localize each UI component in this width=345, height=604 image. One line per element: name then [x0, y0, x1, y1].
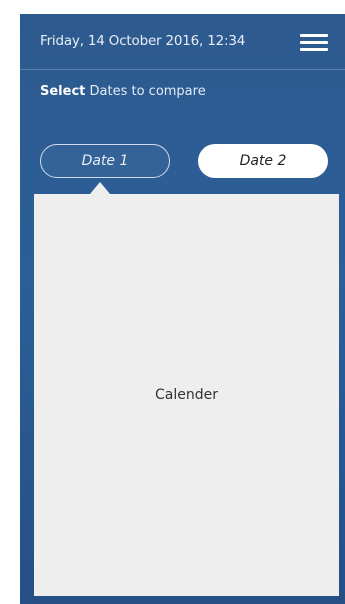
datetime-label: Friday, 14 October 2016, 12:34 — [40, 33, 246, 49]
calendar-placeholder-label: Calender — [155, 387, 218, 403]
menu-line — [300, 34, 328, 37]
app-screen: Friday, 14 October 2016, 12:34 Select Da… — [20, 14, 345, 604]
top-bar: Friday, 14 October 2016, 12:34 — [20, 14, 345, 70]
instruction-text: Select Dates to compare — [40, 84, 206, 99]
tab-date-1[interactable]: Date 1 — [40, 144, 170, 178]
menu-line — [300, 41, 328, 44]
tab-date-2[interactable]: Date 2 — [198, 144, 328, 178]
tab-date-1-label: Date 1 — [81, 153, 129, 169]
tab-date-2-label: Date 2 — [239, 153, 287, 169]
calendar-panel[interactable]: Calender — [34, 194, 339, 596]
selected-tab-pointer — [90, 182, 110, 194]
instruction-rest: Dates to compare — [85, 84, 206, 99]
menu-line — [300, 48, 328, 51]
instruction-bold: Select — [40, 84, 86, 99]
hamburger-menu-icon[interactable] — [300, 32, 328, 54]
